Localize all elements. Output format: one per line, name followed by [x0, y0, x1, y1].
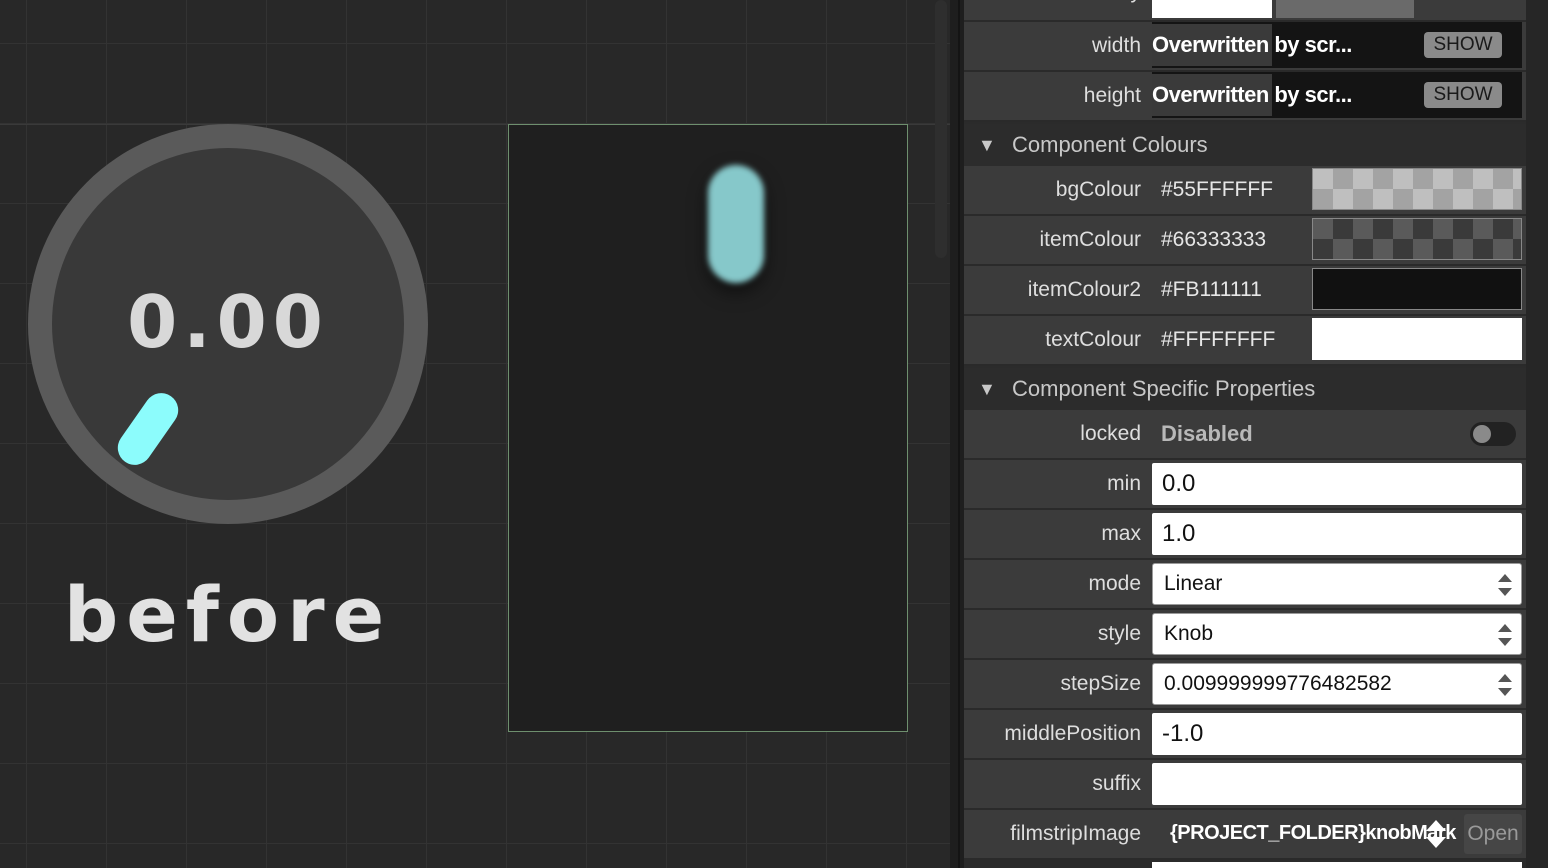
property-label: itemColour [1039, 228, 1141, 251]
locked-toggle[interactable] [1470, 422, 1516, 446]
collapse-triangle-icon[interactable]: ▼ [978, 124, 996, 166]
colour-hex-value[interactable]: #FB111111 [1161, 266, 1262, 314]
panel-splitter[interactable] [950, 0, 964, 868]
property-row-min: min 0.0 [964, 460, 1526, 510]
property-label: style [1097, 622, 1141, 645]
property-label: suffix [1092, 772, 1141, 795]
property-label: y [1131, 0, 1142, 20]
property-label: width [1091, 34, 1141, 57]
property-row-textcolour: textColour #FFFFFFFF [964, 316, 1526, 366]
width-overwritten-field[interactable]: Overwritten by scr... SHOW [1152, 22, 1522, 68]
filmstrip-image-select[interactable]: {PROJECT_FOLDER}knobMark... [1152, 810, 1457, 856]
interface-canvas[interactable]: 0.00 before [0, 0, 950, 868]
knob-value-text: 0.00 [127, 280, 329, 364]
height-overwritten-field[interactable]: Overwritten by scr... SHOW [1152, 72, 1522, 118]
property-row-suffix: suffix [964, 760, 1526, 810]
colour-swatch[interactable] [1312, 268, 1522, 310]
stepsize-selected-value: 0.009999999776482582 [1164, 672, 1392, 695]
property-label: filmstripImage [1010, 822, 1141, 845]
property-label: mode [1088, 572, 1141, 595]
section-header-component-specific-properties[interactable]: ▼ Component Specific Properties [964, 368, 1526, 410]
select-arrows-icon [1498, 624, 1512, 646]
overwritten-text: Overwritten by scr... [1152, 82, 1352, 107]
panel-scrollbar-track[interactable] [1526, 0, 1548, 868]
section-header-component-colours[interactable]: ▼ Component Colours [964, 124, 1526, 166]
next-row-input-partial[interactable] [1152, 862, 1522, 868]
y-input[interactable] [1152, 0, 1272, 18]
middleposition-input[interactable]: -1.0 [1152, 713, 1522, 755]
knob-label-text: before [63, 570, 393, 659]
property-row-style: style Knob [964, 610, 1526, 660]
property-label: max [1101, 522, 1141, 545]
property-row-locked: locked Disabled [964, 410, 1526, 460]
filmstrip-knob-marker [708, 165, 764, 283]
stepsize-select[interactable]: 0.009999999776482582 [1152, 663, 1522, 705]
property-label: itemColour2 [1027, 278, 1141, 301]
property-row-mode: mode Linear [964, 560, 1526, 610]
overwritten-text: Overwritten by scr... [1152, 32, 1352, 57]
colour-hex-value[interactable]: #FFFFFFFF [1161, 316, 1275, 364]
show-button[interactable]: SHOW [1424, 32, 1502, 58]
property-row-middleposition: middlePosition -1.0 [964, 710, 1526, 760]
property-row-filmstripimage: filmstripImage {PROJECT_FOLDER}knobMark.… [964, 810, 1526, 860]
property-label: min [1107, 472, 1141, 495]
colour-swatch[interactable] [1312, 218, 1522, 260]
toggle-knob [1473, 425, 1491, 443]
property-row-max: max 1.0 [964, 510, 1526, 560]
canvas-scrollbar[interactable] [935, 0, 947, 258]
property-label: stepSize [1060, 672, 1141, 695]
min-input[interactable]: 0.0 [1152, 463, 1522, 505]
property-row-itemcolour2: itemColour2 #FB111111 [964, 266, 1526, 316]
locked-state-text: Disabled [1161, 421, 1253, 446]
suffix-input[interactable] [1152, 763, 1522, 805]
property-row-bgcolour: bgColour #55FFFFFF [964, 166, 1526, 216]
colour-swatch[interactable] [1312, 168, 1522, 210]
colour-hex-value[interactable]: #66333333 [1161, 216, 1266, 264]
show-button[interactable]: SHOW [1424, 82, 1502, 108]
select-arrows-icon[interactable] [1426, 820, 1446, 848]
property-label: textColour [1045, 328, 1141, 351]
property-label: locked [1080, 422, 1141, 445]
property-row-y: y [964, 0, 1526, 22]
splitter-line [958, 0, 960, 868]
style-selected-value: Knob [1164, 622, 1214, 645]
style-select[interactable]: Knob [1152, 613, 1522, 655]
select-arrows-icon [1498, 574, 1512, 596]
colour-hex-value[interactable]: #55FFFFFF [1161, 166, 1273, 214]
property-label: height [1083, 84, 1141, 107]
property-row-itemcolour: itemColour #66333333 [964, 216, 1526, 266]
select-arrows-icon [1498, 674, 1512, 696]
open-button[interactable]: Open [1464, 814, 1522, 854]
property-label: bgColour [1055, 178, 1141, 201]
collapse-triangle-icon[interactable]: ▼ [978, 368, 996, 410]
property-row-stepsize: stepSize 0.009999999776482582 [964, 660, 1526, 710]
max-input[interactable]: 1.0 [1152, 513, 1522, 555]
section-title: Component Specific Properties [1012, 376, 1316, 401]
colour-swatch[interactable] [1312, 318, 1522, 360]
property-label: middlePosition [1004, 722, 1141, 745]
property-row-width: width Overwritten by scr... SHOW [964, 22, 1526, 72]
y-slider[interactable] [1276, 0, 1414, 18]
property-row-height: height Overwritten by scr... SHOW [964, 72, 1526, 122]
mode-select[interactable]: Linear [1152, 563, 1522, 605]
properties-panel: y width Overwritten by scr... SHOW heigh… [964, 0, 1548, 868]
section-title: Component Colours [1012, 132, 1208, 157]
mode-selected-value: Linear [1164, 572, 1223, 595]
